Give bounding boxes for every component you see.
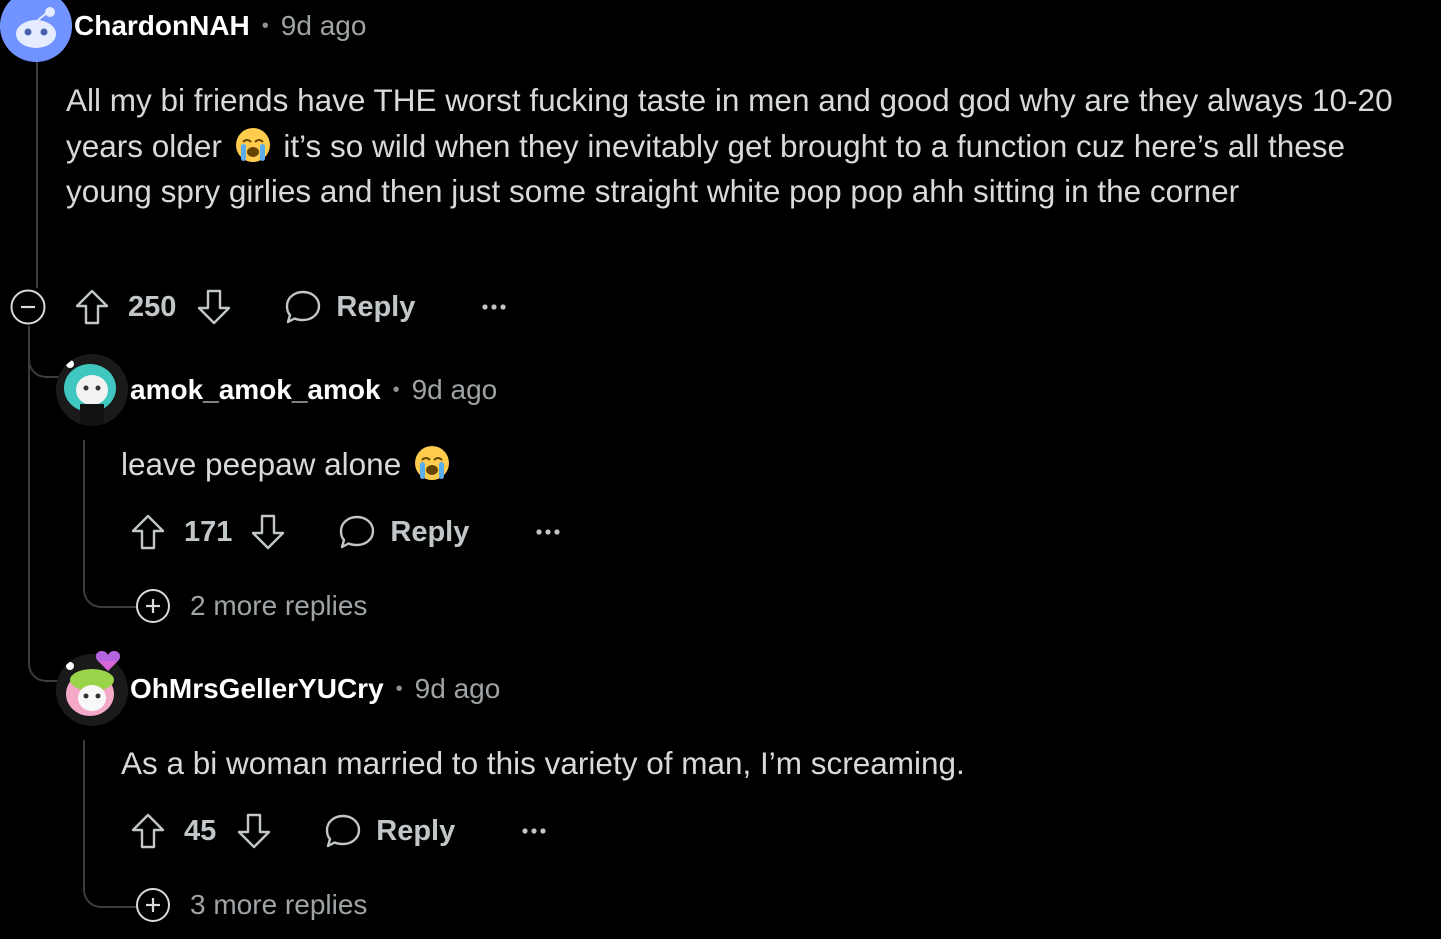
more-replies-link[interactable]: 2 more replies [136,588,367,624]
loudly-crying-face-emoji [415,446,449,480]
arrow-up-icon [131,514,165,550]
thread-branch-2 [28,630,60,682]
arrow-down-icon [238,813,271,849]
meta-separator: • [392,378,400,401]
vote-count: 45 [184,814,217,847]
minus-circle-icon [10,289,46,325]
arrow-down-icon [252,514,285,550]
reply-label: Reply [336,290,416,323]
upvote-button[interactable] [130,513,166,551]
more-replies-link[interactable]: 3 more replies [136,887,367,923]
comment-body: As a bi woman married to this variety of… [121,741,1421,787]
arrow-up-icon [131,813,165,849]
heart-badge-icon [95,651,121,671]
username[interactable]: ChardonNAH [74,10,250,42]
comment-actions: 250 Reply [10,285,507,329]
reply-label: Reply [376,814,456,847]
overflow-menu-button[interactable] [535,527,561,537]
comment-meta: OhMrsGellerYUCry • 9d ago [130,671,500,707]
meta-separator: • [395,677,403,700]
downvote-button[interactable] [196,288,232,326]
comment-text: leave peepaw alone [121,446,402,482]
arrow-up-icon [75,289,109,325]
comment-actions: 171 Reply [130,510,561,554]
speech-bubble-icon [286,290,321,324]
vote-count: 171 [184,515,233,548]
reply-button[interactable]: Reply [338,514,469,550]
username[interactable]: OhMrsGellerYUCry [130,673,384,705]
speech-bubble-icon [340,515,375,549]
loudly-crying-face-emoji [235,127,270,162]
overflow-menu-button[interactable] [521,826,547,836]
comment-body: All my bi friends have THE worst fucking… [66,78,1432,215]
upvote-button[interactable] [74,288,110,326]
snoo-avatar-icon [0,0,72,62]
thread-line-root [28,326,30,646]
vote-count: 250 [128,290,177,323]
more-replies-label: 2 more replies [190,590,368,621]
timestamp[interactable]: 9d ago [412,374,498,406]
speech-bubble-icon [326,814,361,848]
comment-meta: amok_amok_amok • 9d ago [130,372,497,408]
upvote-button[interactable] [130,812,166,850]
username[interactable]: amok_amok_amok [130,374,381,406]
custom-avatar-icon [56,354,128,426]
comment-body: leave peepaw alone [121,442,1421,488]
thread-line-root-top [36,60,38,288]
arrow-down-icon [198,289,231,325]
timestamp[interactable]: 9d ago [281,10,367,42]
reply-button[interactable]: Reply [324,813,455,849]
comment-meta: ChardonNAH • 9d ago [74,8,366,44]
ellipsis-icon [536,529,560,535]
avatar[interactable] [0,0,72,62]
overflow-menu-button[interactable] [481,302,507,312]
plus-circle-icon [136,589,170,623]
comment-text: As a bi woman married to this variety of… [121,745,965,781]
more-replies-label: 3 more replies [190,889,368,920]
ellipsis-icon [522,828,546,834]
reply-button[interactable]: Reply [284,289,415,325]
ellipsis-icon [482,304,506,310]
comment-thread: ChardonNAH • 9d ago All my bi friends ha… [0,0,1441,939]
meta-separator: • [261,14,269,37]
downvote-button[interactable] [236,812,272,850]
downvote-button[interactable] [250,513,286,551]
comment-actions: 45 Reply [130,809,547,853]
timestamp[interactable]: 9d ago [415,673,501,705]
avatar[interactable] [56,354,128,426]
collapse-button[interactable] [10,289,46,325]
thread-branch-1 [28,326,60,378]
reply-label: Reply [390,515,470,548]
plus-circle-icon [136,888,170,922]
